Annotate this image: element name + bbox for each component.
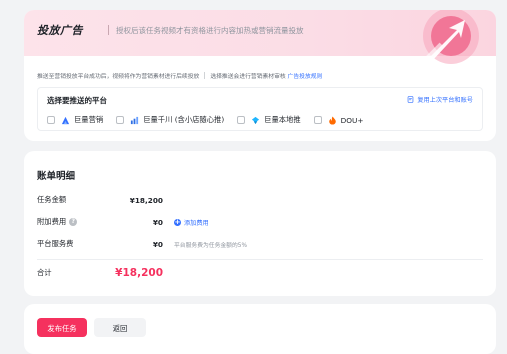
ocean-engine-icon bbox=[61, 116, 70, 124]
notice-divider bbox=[204, 72, 206, 79]
publish-task-button[interactable]: 发布任务 bbox=[37, 318, 87, 337]
back-button[interactable]: 返回 bbox=[94, 318, 146, 337]
ad-notice: 推送至营销投放平台成功后，视频将作为营销素材进行后续投放 选择推送会进行营销素材审… bbox=[37, 71, 322, 80]
checkbox[interactable] bbox=[237, 116, 246, 124]
platform-label: 巨量营销 bbox=[74, 115, 104, 124]
ad-header: 投放广告 授权后该任务视频才有资格进行内容加热或营销流量投放 bbox=[24, 10, 496, 68]
document-icon bbox=[408, 96, 414, 103]
checkbox[interactable] bbox=[313, 116, 322, 124]
platform-option-qianchuan[interactable]: 巨量千川 (含小店随心推) bbox=[116, 115, 224, 125]
bill-details-card: 账单明细 任务金额 ¥18,200 附加费用 ? ¥0 + 添加费用 平台服务费… bbox=[24, 151, 496, 296]
extra-fee-label-wrap: 附加费用 ? bbox=[37, 217, 97, 227]
footer-actions: 发布任务 返回 bbox=[24, 304, 496, 354]
service-fee-note: 平台服务费为任务金额的5% bbox=[174, 242, 247, 249]
checkbox[interactable] bbox=[47, 116, 55, 124]
dou-plus-icon bbox=[328, 115, 336, 125]
title-divider bbox=[108, 25, 109, 35]
service-fee-label: 平台服务费 bbox=[37, 239, 74, 248]
bill-divider bbox=[37, 259, 483, 260]
add-fee-label: 添加费用 bbox=[184, 219, 209, 227]
service-fee-row: 平台服务费 ¥0 平台服务费为任务金额的5% bbox=[37, 239, 477, 249]
local-push-icon bbox=[252, 116, 260, 124]
extra-fee-label: 附加费用 bbox=[37, 217, 67, 226]
reuse-link-label: 复用上次平台和账号 bbox=[417, 97, 473, 104]
ad-placement-card: 投放广告 授权后该任务视频才有资格进行内容加热或营销流量投放 推送至营销投放平台… bbox=[24, 10, 496, 141]
add-fee-button[interactable]: + 添加费用 bbox=[174, 218, 209, 227]
platform-label: 巨量千川 (含小店随心推) bbox=[143, 115, 225, 124]
task-amount-value: ¥18,200 bbox=[129, 195, 163, 205]
platform-label: DOU+ bbox=[340, 115, 364, 125]
notice-text: 推送至营销投放平台成功后，视频将作为营销素材进行后续投放 bbox=[37, 74, 200, 80]
ad-section-description: 授权后该任务视频才有资格进行内容加热或营销流量投放 bbox=[116, 26, 304, 35]
total-amount: ¥18,200 bbox=[115, 267, 163, 279]
task-amount-label: 任务金额 bbox=[37, 195, 67, 204]
reuse-last-platform-link[interactable]: 复用上次平台和账号 bbox=[407, 95, 473, 104]
extra-fee-value: ¥0 bbox=[152, 217, 163, 227]
ad-section-title: 投放广告 bbox=[37, 24, 83, 37]
service-fee-value: ¥0 bbox=[152, 239, 163, 249]
platform-option-local-push[interactable]: 巨量本地推 bbox=[237, 115, 301, 125]
task-amount-row: 任务金额 ¥18,200 bbox=[37, 195, 477, 205]
platform-selector-title: 选择要推送的平台 bbox=[47, 96, 107, 105]
notice-select-text: 选择推送会进行营销素材审核 bbox=[210, 74, 286, 80]
arrow-decoration-icon bbox=[417, 10, 479, 68]
platform-options: 巨量营销 巨量千川 (含小店随心推) 巨量本地推 DOU+ bbox=[47, 115, 376, 125]
ad-rules-link[interactable]: 广告投放规则 bbox=[288, 74, 323, 80]
plus-icon: + bbox=[174, 217, 181, 226]
total-row: 合计 ¥18,200 bbox=[37, 267, 163, 279]
platform-label: 巨量本地推 bbox=[264, 115, 301, 124]
total-label: 合计 bbox=[37, 268, 52, 277]
extra-fee-row: 附加费用 ? ¥0 + 添加费用 bbox=[37, 217, 477, 227]
qianchuan-icon bbox=[131, 116, 139, 124]
platform-option-dou-plus[interactable]: DOU+ bbox=[313, 115, 364, 125]
platform-selector: 选择要推送的平台 复用上次平台和账号 巨量营销 巨量千川 (含小店随心推) 巨量… bbox=[37, 87, 483, 131]
help-icon[interactable]: ? bbox=[69, 218, 78, 226]
platform-option-ocean-engine[interactable]: 巨量营销 bbox=[47, 115, 103, 125]
checkbox[interactable] bbox=[116, 116, 125, 124]
bill-title: 账单明细 bbox=[37, 171, 76, 182]
